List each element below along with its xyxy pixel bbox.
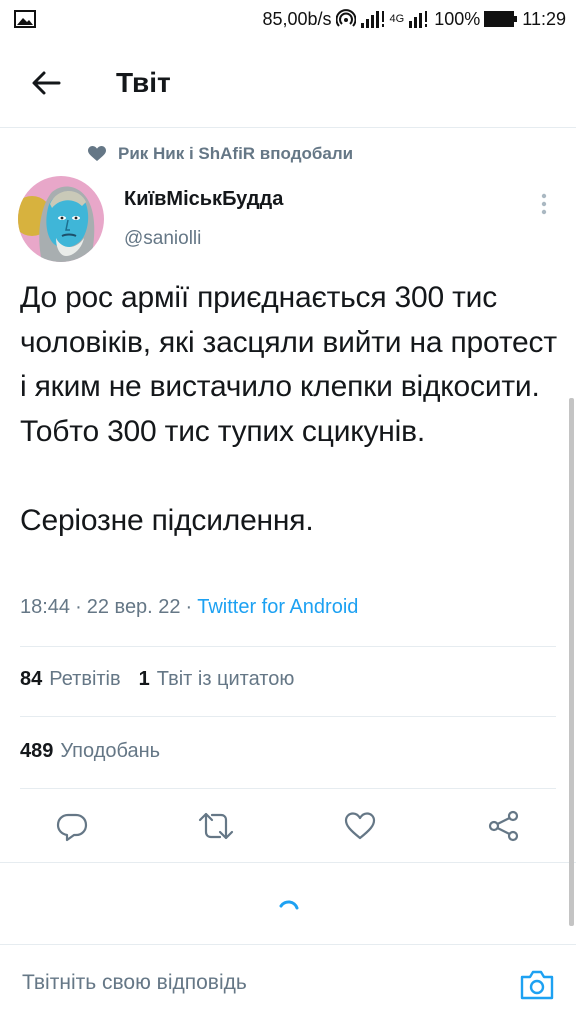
quotes-count: 1 <box>138 668 150 690</box>
loading-spinner-icon <box>279 900 299 910</box>
tweet-actions <box>0 790 576 862</box>
author-handle[interactable]: @saniolli <box>124 228 201 250</box>
heart-filled-icon <box>88 146 106 161</box>
likes-stats: 489 Уподобань <box>20 740 160 763</box>
meta-separator: · <box>75 596 82 618</box>
divider <box>0 862 576 863</box>
page-title: Твіт <box>116 66 171 98</box>
meta-separator-2: · <box>185 596 193 618</box>
reply-bar <box>0 944 576 1024</box>
camera-icon <box>520 970 554 1000</box>
social-context-label: Рик Ник і ShAfiR вподобали <box>118 144 354 163</box>
likes-count: 489 <box>20 740 54 762</box>
retweet-stats: 84 Ретвітів 1 Твіт із цитатою <box>20 668 294 691</box>
like-button[interactable] <box>340 806 380 846</box>
battery-percent: 100% <box>434 8 481 29</box>
status-bar: 85,00b/s 4G 100% 11:29 <box>0 0 576 38</box>
tweet-meta: 18:44 · 22 вер. 22 · Twitter for Android <box>20 596 358 619</box>
back-button[interactable] <box>24 61 68 105</box>
tweet-text: До рос армії приєднається 300 тис чолові… <box>20 281 557 537</box>
quotes-label: Твіт із цитатою <box>156 668 295 690</box>
likes-stat[interactable]: 489 Уподобань <box>20 740 160 763</box>
tweet-date: 22 вер. 22 <box>86 596 181 618</box>
signal-strength-icon-2 <box>408 10 430 28</box>
network-type: 4G <box>389 13 405 25</box>
avatar[interactable] <box>18 176 104 262</box>
hotspot-icon <box>335 9 356 29</box>
author-display-name[interactable]: КиївМіськБудда <box>124 188 283 211</box>
scrollbar[interactable] <box>569 398 574 926</box>
clock: 11:29 <box>522 8 566 29</box>
camera-button[interactable] <box>518 967 556 1003</box>
tweet-source-link[interactable]: Twitter for Android <box>197 596 358 619</box>
quotes-stat[interactable]: 1 Твіт із цитатою <box>139 668 295 691</box>
retweets-label: Ретвітів <box>49 668 121 690</box>
retweets-count: 84 <box>20 668 43 690</box>
more-vertical-icon <box>541 193 547 215</box>
battery-icon <box>484 10 518 28</box>
reply-input[interactable] <box>22 971 482 995</box>
arrow-left-icon <box>32 71 61 94</box>
more-options-button[interactable] <box>530 188 558 220</box>
network-speed: 85,00b/s <box>262 8 332 29</box>
heart-icon <box>344 812 376 840</box>
divider <box>20 646 556 647</box>
divider <box>20 788 556 789</box>
app-bar: Твіт <box>0 38 576 128</box>
social-context[interactable]: Рик Ник і ShAfiR вподобали <box>88 144 353 164</box>
reply-icon <box>56 813 88 842</box>
signal-strength-icon <box>360 10 386 28</box>
retweets-stat[interactable]: 84 Ретвітів <box>20 668 121 691</box>
image-notification-icon <box>14 10 36 28</box>
share-button[interactable] <box>484 806 524 846</box>
retweet-icon <box>198 812 234 840</box>
share-icon <box>488 810 519 842</box>
divider <box>20 716 556 717</box>
retweet-button[interactable] <box>196 806 236 846</box>
reply-button[interactable] <box>52 806 92 846</box>
likes-label: Уподобань <box>60 740 161 762</box>
tweet-time: 18:44 <box>20 596 71 618</box>
